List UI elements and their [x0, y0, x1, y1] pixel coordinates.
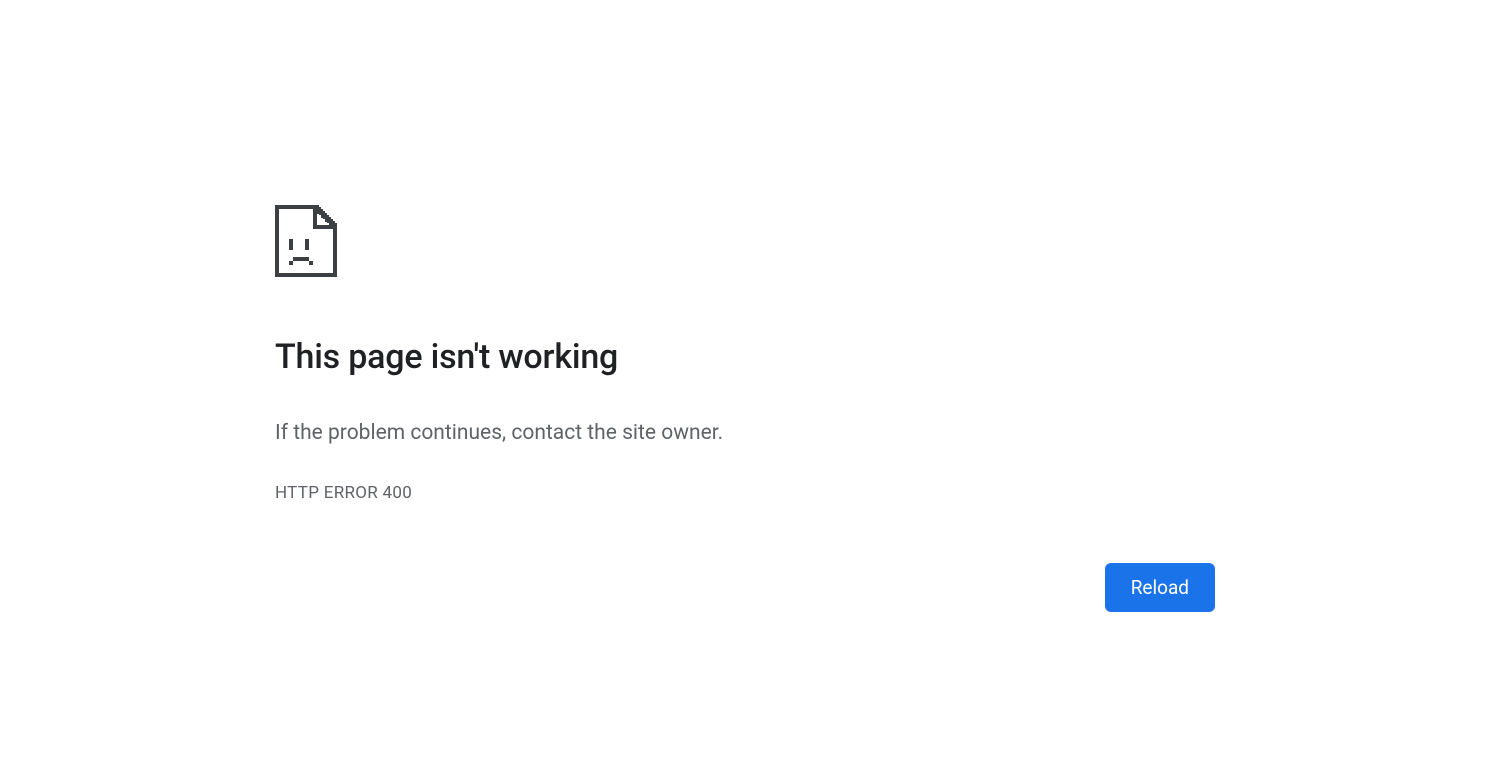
sad-document-icon — [275, 205, 1215, 277]
error-page-container: This page isn't working If the problem c… — [275, 205, 1215, 503]
error-heading: This page isn't working — [275, 337, 1215, 377]
error-code: HTTP ERROR 400 — [275, 483, 1215, 503]
actions-row: Reload — [1105, 563, 1215, 612]
error-description: If the problem continues, contact the si… — [275, 419, 1215, 448]
reload-button[interactable]: Reload — [1105, 563, 1215, 612]
